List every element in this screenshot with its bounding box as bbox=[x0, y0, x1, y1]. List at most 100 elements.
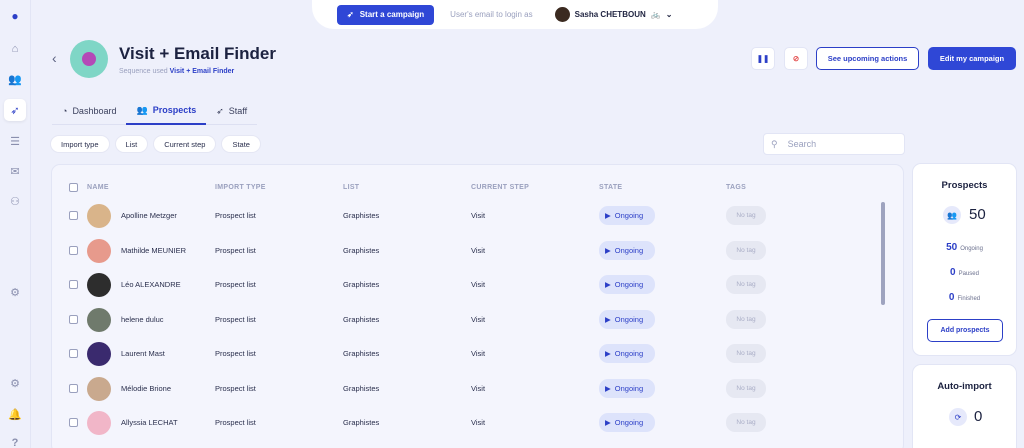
chat-icon[interactable]: ✉ bbox=[4, 160, 26, 182]
column-header-tags[interactable]: TAGS bbox=[726, 184, 746, 191]
tab-prospects[interactable]: 👥 Prospects bbox=[126, 97, 207, 125]
filter-current-step[interactable]: Current step bbox=[153, 135, 217, 153]
rocket-icon: ➶ bbox=[347, 10, 354, 19]
row-checkbox[interactable] bbox=[69, 245, 78, 255]
prospects-total: 50 bbox=[969, 206, 986, 223]
prospect-name[interactable]: Allyssia LECHAT bbox=[121, 418, 178, 427]
prospect-name[interactable]: helene duluc bbox=[121, 315, 164, 324]
pause-icon: ❚❚ bbox=[756, 54, 770, 63]
home-icon[interactable]: ⌂ bbox=[4, 38, 26, 60]
avatar bbox=[87, 273, 111, 297]
import-type-cell: Prospect list bbox=[215, 245, 256, 255]
add-prospects-button[interactable]: Add prospects bbox=[927, 319, 1003, 342]
column-header-name[interactable]: NAME bbox=[87, 184, 109, 191]
table-row[interactable]: Mélodie Brione Prospect list Graphistes … bbox=[52, 372, 880, 406]
table-row[interactable]: Allyssia LECHAT Prospect list Graphistes… bbox=[52, 406, 880, 440]
tag-badge[interactable]: No tag bbox=[726, 275, 766, 294]
import-type-cell: Prospect list bbox=[215, 211, 256, 220]
campaign-avatar bbox=[70, 40, 108, 78]
row-checkbox[interactable] bbox=[69, 418, 78, 427]
import-type-cell: Prospect list bbox=[215, 314, 256, 324]
state-badge[interactable]: ▶ Ongoing bbox=[599, 206, 655, 225]
table-row[interactable]: Mathilde MEUNIER Prospect list Graphiste… bbox=[52, 234, 880, 268]
state-badge[interactable]: ▶ Ongoing bbox=[599, 275, 655, 294]
state-badge[interactable]: ▶ Ongoing bbox=[599, 344, 655, 363]
start-campaign-button[interactable]: ➶ Start a campaign bbox=[337, 4, 435, 25]
users-icon[interactable]: 👥 bbox=[4, 68, 26, 90]
team-icon[interactable]: ⚇ bbox=[4, 190, 26, 212]
table-scrollbar[interactable] bbox=[881, 202, 885, 305]
list-cell: Graphistes bbox=[343, 349, 380, 358]
prospect-name[interactable]: Laurent Mast bbox=[121, 349, 165, 358]
column-header-import-type[interactable]: IMPORT TYPE bbox=[215, 184, 266, 191]
stat-finished: 0 Finished bbox=[948, 292, 981, 303]
import-type-cell: Prospect list bbox=[215, 418, 256, 427]
table-row[interactable]: Laurent Mast Prospect list Graphistes Vi… bbox=[52, 337, 880, 371]
state-badge[interactable]: ▶ Ongoing bbox=[599, 240, 655, 260]
row-checkbox[interactable] bbox=[69, 280, 78, 289]
row-checkbox[interactable] bbox=[69, 314, 78, 324]
column-header-state[interactable]: STATE bbox=[599, 184, 622, 191]
filter-state[interactable]: State bbox=[221, 135, 261, 153]
state-badge[interactable]: ▶ Ongoing bbox=[599, 378, 655, 398]
filter-import-type[interactable]: Import type bbox=[50, 135, 110, 153]
rocket-icon[interactable]: ➶ bbox=[4, 99, 26, 121]
filter-list[interactable]: List bbox=[114, 135, 149, 153]
back-button[interactable]: ‹ bbox=[52, 50, 57, 66]
rocket-icon: ➶ bbox=[216, 105, 224, 116]
tab-staff[interactable]: ➶ Staff bbox=[206, 97, 257, 125]
column-header-current-step[interactable]: CURRENT STEP bbox=[471, 184, 529, 191]
filter-bar: Import type List Current step State bbox=[50, 135, 261, 153]
row-checkbox[interactable] bbox=[69, 349, 78, 358]
select-all-checkbox[interactable] bbox=[69, 183, 78, 192]
prospect-name[interactable]: Léo ALEXANDRE bbox=[121, 280, 181, 289]
settings-icon[interactable]: ⚙ bbox=[4, 281, 26, 303]
play-icon: ▶ bbox=[605, 211, 611, 220]
sidebar: ● ⌂ 👥 ➶ ☰ ✉ ⚇ ⚙ ⚙ 🔔 ? bbox=[0, 0, 31, 448]
pie-icon: ◔ bbox=[62, 106, 68, 116]
bell-icon[interactable]: 🔔 bbox=[4, 403, 26, 425]
see-upcoming-actions-button[interactable]: See upcoming actions bbox=[816, 47, 919, 70]
pause-button[interactable]: ❚❚ bbox=[751, 47, 775, 70]
table-row[interactable]: Léo ALEXANDRE Prospect list Graphistes V… bbox=[52, 268, 880, 302]
page-title: Visit + Email Finder bbox=[119, 44, 276, 63]
tag-badge[interactable]: No tag bbox=[726, 206, 766, 225]
prospect-name[interactable]: Mathilde MEUNIER bbox=[121, 246, 186, 255]
tabs: ◔ Dashboard 👥 Prospects ➶ Staff bbox=[52, 97, 258, 125]
prospect-name[interactable]: Apolline Metzger bbox=[121, 211, 177, 220]
table-row[interactable]: Apolline Metzger Prospect list Graphiste… bbox=[52, 199, 880, 233]
tag-badge[interactable]: No tag bbox=[726, 309, 766, 329]
user-menu[interactable]: Sasha CHETBOUN 🚲 ⌄ bbox=[554, 7, 672, 22]
tag-badge[interactable]: No tag bbox=[726, 378, 766, 398]
list-icon[interactable]: ☰ bbox=[4, 130, 26, 152]
state-badge[interactable]: ▶ Ongoing bbox=[599, 413, 655, 432]
row-checkbox[interactable] bbox=[69, 383, 78, 393]
sequence-link[interactable]: Visit + Email Finder bbox=[170, 68, 235, 75]
edit-campaign-button[interactable]: Edit my campaign bbox=[928, 47, 1016, 70]
tag-badge[interactable]: No tag bbox=[726, 240, 766, 260]
column-header-list[interactable]: LIST bbox=[343, 184, 359, 191]
state-badge[interactable]: ▶ Ongoing bbox=[599, 309, 655, 329]
gear-icon[interactable]: ⚙ bbox=[4, 372, 26, 394]
play-icon: ▶ bbox=[605, 245, 611, 255]
play-icon: ▶ bbox=[605, 418, 611, 427]
help-icon[interactable]: ? bbox=[4, 432, 26, 448]
card-title: Auto-import bbox=[937, 381, 992, 392]
tag-badge[interactable]: No tag bbox=[726, 344, 766, 363]
stat-ongoing: 50 Ongoing bbox=[946, 242, 983, 253]
import-type-cell: Prospect list bbox=[215, 383, 256, 393]
stop-button[interactable]: ⊘ bbox=[784, 47, 808, 70]
logo-icon[interactable]: ● bbox=[4, 5, 26, 27]
tag-badge[interactable]: No tag bbox=[726, 413, 766, 432]
search-input[interactable]: ⚲ Search bbox=[763, 133, 905, 155]
prospects-summary-card: Prospects 👥 50 50 Ongoing 0 Paused 0 Fin… bbox=[912, 163, 1017, 356]
current-step-cell: Visit bbox=[471, 349, 486, 358]
prospect-name[interactable]: Mélodie Brione bbox=[121, 384, 171, 393]
card-title: Prospects bbox=[941, 180, 988, 191]
tab-dashboard[interactable]: ◔ Dashboard bbox=[52, 97, 126, 125]
current-step-cell: Visit bbox=[471, 418, 486, 427]
login-as-hint: User's email to login as bbox=[450, 10, 533, 19]
row-checkbox[interactable] bbox=[69, 211, 78, 220]
list-cell: Graphistes bbox=[343, 245, 380, 255]
table-row[interactable]: helene duluc Prospect list Graphistes Vi… bbox=[52, 303, 880, 337]
